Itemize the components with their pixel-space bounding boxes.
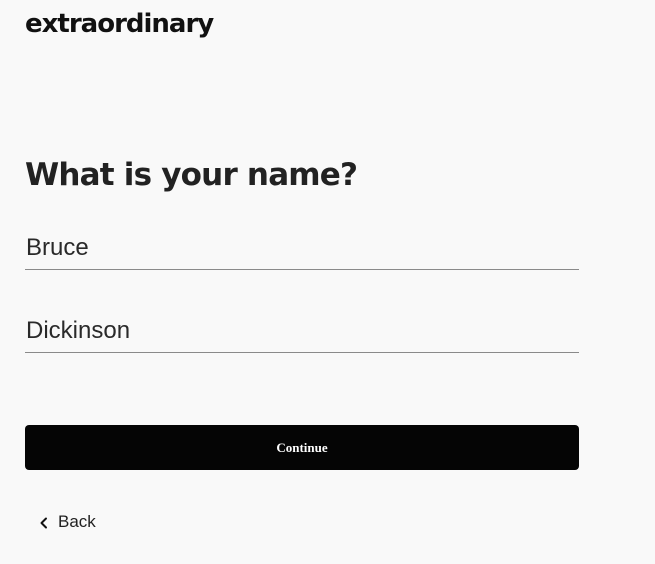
page-title: What is your name? <box>25 157 358 193</box>
back-label: Back <box>58 512 96 531</box>
chevron-left-icon <box>38 515 50 529</box>
first-name-input[interactable] <box>25 226 579 270</box>
continue-button[interactable]: Continue <box>25 425 579 470</box>
back-link[interactable]: Back <box>38 510 96 534</box>
last-name-input[interactable] <box>25 309 579 353</box>
brand-logo: extraordinary <box>25 9 214 39</box>
